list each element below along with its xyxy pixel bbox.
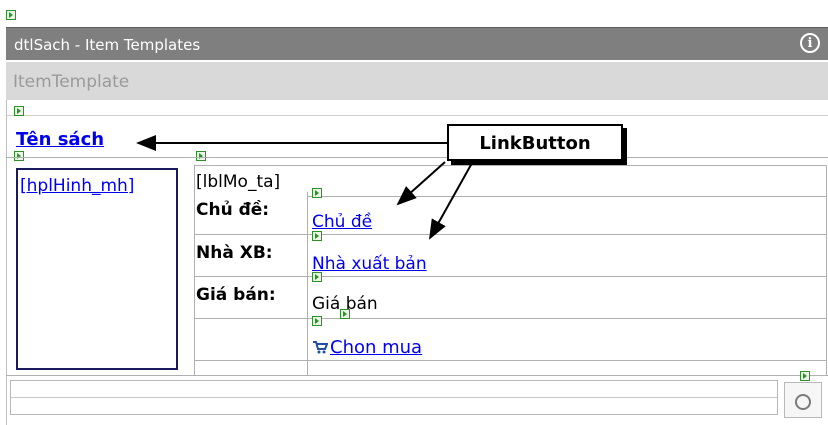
refresh-icon (795, 394, 811, 410)
pager-field[interactable] (10, 380, 778, 415)
refresh-button[interactable] (784, 382, 822, 418)
callout-arrows (136, 135, 473, 240)
smart-tag-icon[interactable] (800, 371, 810, 381)
